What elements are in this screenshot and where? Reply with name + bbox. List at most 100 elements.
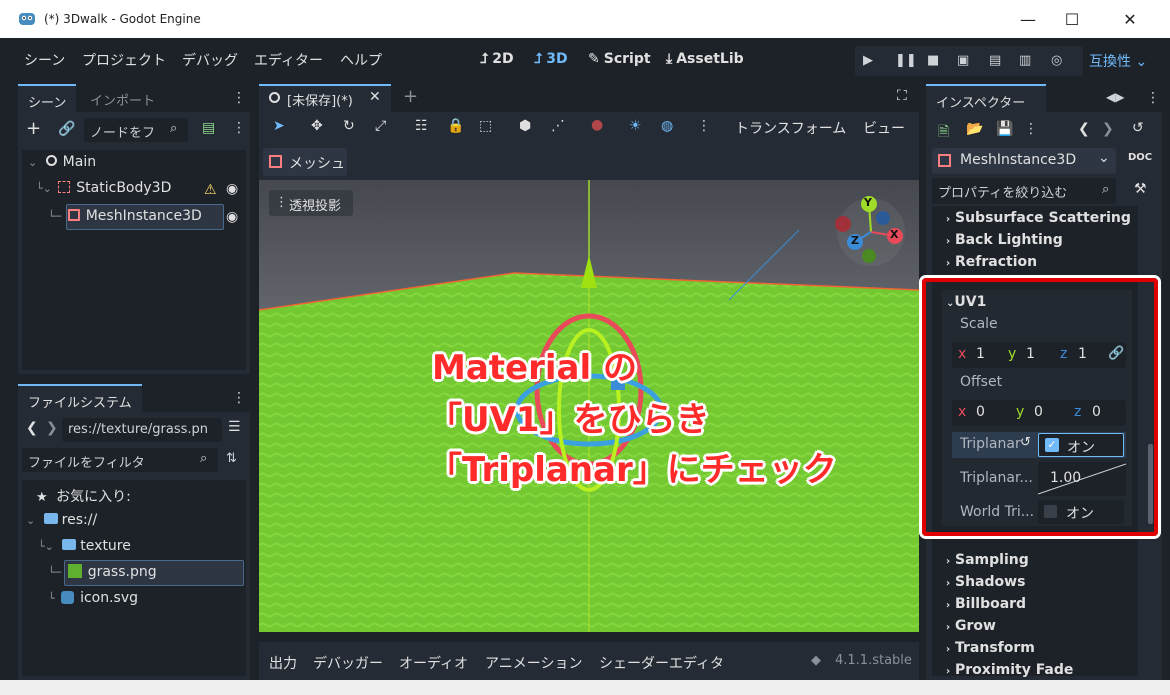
group-icon[interactable]: ⬚ bbox=[479, 118, 492, 134]
environment-preview-icon[interactable]: ◍ bbox=[661, 118, 673, 134]
instance-scene-icon[interactable]: ▤ bbox=[202, 120, 215, 136]
section-subsurface-scattering[interactable]: › Subsurface Scattering bbox=[946, 210, 1131, 226]
tree-branch-line: └⌄ bbox=[36, 182, 52, 195]
new-resource-icon[interactable]: 🗎 bbox=[938, 121, 949, 145]
scene-tree: ⌄ Main └⌄ StaticBody3D ⚠ ◉ └─ MeshInstan… bbox=[22, 150, 246, 370]
perspective-menu[interactable]: ⋮ 透視投影 bbox=[269, 190, 353, 216]
local-space-icon[interactable]: ⬢ bbox=[519, 118, 531, 134]
forward-arrow-icon[interactable]: ❯ bbox=[46, 420, 58, 436]
tree-node-staticbody3d[interactable]: └⌄ StaticBody3D bbox=[36, 180, 171, 196]
history-forward-icon[interactable]: ❯ bbox=[1102, 121, 1114, 137]
transform-menu[interactable]: トランスフォーム bbox=[735, 118, 846, 138]
pause-icon[interactable]: ❚❚ bbox=[895, 53, 917, 68]
menu-debug[interactable]: デバッグ bbox=[182, 50, 238, 70]
doc-button[interactable]: DOC bbox=[1128, 152, 1152, 163]
folder-res[interactable]: ⌄ res:// bbox=[26, 512, 97, 528]
warning-icon[interactable]: ⚠ bbox=[204, 182, 217, 198]
menu-help[interactable]: ヘルプ bbox=[340, 50, 382, 70]
scene-tab[interactable]: [未保存](*) ✕ bbox=[259, 84, 391, 112]
property-settings-icon[interactable]: ⚒ bbox=[1134, 181, 1147, 197]
select-tool-icon[interactable]: ➤ bbox=[273, 118, 285, 134]
move-tool-icon[interactable]: ✥ bbox=[311, 118, 323, 134]
open-folder-icon[interactable]: 📂 bbox=[966, 121, 983, 137]
tab-shader-editor[interactable]: シェーダーエディタ bbox=[599, 653, 724, 673]
snap-icon[interactable]: ⋰ bbox=[551, 118, 565, 134]
lock-icon[interactable]: 🔒 bbox=[447, 118, 464, 134]
viewport-toolbar: ➤ ✥ ↻ ⤢ ☷ 🔒 ⬚ ⬢ ⋰ ● ☀ ◍ ⋮ トランスフォーム ビュー bbox=[259, 112, 919, 144]
visibility-eye-icon[interactable]: ◉ bbox=[226, 209, 238, 225]
save-icon[interactable]: 💾 bbox=[996, 121, 1013, 137]
tab-audio[interactable]: オーディオ bbox=[399, 653, 468, 673]
play-scene-icon[interactable]: ▤ bbox=[989, 53, 1001, 68]
dock-menu-icon[interactable]: ⋮ bbox=[1146, 90, 1160, 106]
tab-debugger[interactable]: デバッガー bbox=[313, 653, 383, 673]
close-tab-icon[interactable]: ✕ bbox=[369, 89, 381, 105]
section-back-lighting[interactable]: › Back Lighting bbox=[946, 232, 1063, 248]
tab-scene[interactable]: シーン bbox=[18, 84, 77, 112]
list-select-icon[interactable]: ☷ bbox=[415, 118, 428, 134]
tab-filesystem[interactable]: ファイルシステム bbox=[18, 384, 142, 412]
file-grass-png[interactable]: └─ grass.png bbox=[48, 564, 157, 580]
meshinstance3d-icon bbox=[67, 209, 80, 221]
menu-scene[interactable]: シーン bbox=[24, 50, 65, 70]
dock-menu-icon[interactable]: ⋮ bbox=[232, 90, 246, 106]
play-icon[interactable]: ▶ bbox=[863, 53, 873, 68]
scene-tree-menu-icon[interactable]: ⋮ bbox=[232, 120, 246, 136]
folder-texture[interactable]: └⌄ texture bbox=[38, 538, 131, 554]
inspector-menu-icon[interactable]: ⋮ bbox=[1024, 121, 1038, 137]
sort-icon[interactable]: ⇅ bbox=[226, 451, 237, 466]
tab-animation[interactable]: アニメーション bbox=[485, 653, 582, 673]
history-back-icon[interactable]: ❮ bbox=[1078, 121, 1090, 137]
rotate-tool-icon[interactable]: ↻ bbox=[343, 118, 355, 134]
view-menu[interactable]: ビュー bbox=[863, 118, 905, 138]
file-icon-svg[interactable]: └ icon.svg bbox=[48, 590, 138, 606]
tab-import[interactable]: インポート bbox=[80, 84, 165, 112]
renderer-select[interactable]: 互換性 ⌄ bbox=[1089, 51, 1147, 71]
section-grow[interactable]: › Grow bbox=[946, 618, 996, 634]
remote-debug-icon[interactable]: ▣ bbox=[957, 53, 969, 68]
tree-node-meshinstance3d[interactable]: └─ MeshInstance3D bbox=[48, 208, 202, 224]
dock-move-left-icon[interactable]: ◀▶ bbox=[1106, 90, 1124, 104]
link-icon[interactable]: 🔗 bbox=[58, 121, 75, 137]
folder-icon bbox=[62, 539, 77, 550]
section-refraction[interactable]: › Refraction bbox=[946, 254, 1037, 270]
visibility-eye-icon[interactable]: ◉ bbox=[226, 181, 238, 197]
dock-menu-icon[interactable]: ⋮ bbox=[232, 390, 246, 406]
add-tab-icon[interactable]: + bbox=[403, 86, 418, 107]
movie-maker-icon[interactable]: ◎ bbox=[1051, 53, 1062, 68]
close-window-button[interactable]: ✕ bbox=[1102, 0, 1158, 38]
file-filter-input[interactable]: ファイルをフィルタ bbox=[22, 448, 218, 472]
node-selector[interactable]: MeshInstance3D ⌄ bbox=[932, 148, 1116, 174]
distraction-free-icon[interactable]: ⛶ bbox=[897, 88, 907, 104]
section-billboard[interactable]: › Billboard bbox=[946, 596, 1026, 612]
path-input[interactable]: res://texture/grass.pn bbox=[62, 418, 222, 442]
toolbar-menu-icon[interactable]: ⋮ bbox=[697, 118, 711, 134]
menu-project[interactable]: プロジェクト bbox=[82, 50, 166, 70]
back-arrow-icon[interactable]: ❮ bbox=[26, 420, 38, 436]
section-shadows[interactable]: › Shadows bbox=[946, 574, 1025, 590]
workspace-3d-button[interactable]: ⮥ 3D bbox=[534, 51, 568, 67]
play-custom-scene-icon[interactable]: ▥ bbox=[1019, 53, 1031, 68]
section-sampling[interactable]: › Sampling bbox=[946, 552, 1029, 568]
gizmo-y-label: Y bbox=[864, 196, 872, 209]
section-proximity-fade[interactable]: › Proximity Fade bbox=[946, 662, 1073, 678]
section-transform[interactable]: › Transform bbox=[946, 640, 1035, 656]
menu-editor[interactable]: エディター bbox=[254, 50, 323, 70]
tab-output[interactable]: 出力 bbox=[269, 653, 297, 673]
workspace-2d-button[interactable]: ⮥ 2D bbox=[480, 51, 514, 67]
preview-camera-icon[interactable]: ● bbox=[591, 117, 603, 133]
scale-tool-icon[interactable]: ⤢ bbox=[375, 118, 386, 134]
maximize-button[interactable]: ☐ bbox=[1044, 0, 1100, 38]
sun-preview-icon[interactable]: ☀ bbox=[629, 118, 642, 134]
tab-inspector[interactable]: インスペクター bbox=[926, 84, 1046, 112]
workspace-script-button[interactable]: ✎ Script bbox=[588, 51, 651, 67]
stop-icon[interactable]: ■ bbox=[927, 53, 939, 68]
history-icon[interactable]: ↺ bbox=[1132, 120, 1144, 136]
add-node-icon[interactable]: + bbox=[26, 118, 41, 139]
property-filter-input[interactable]: プロパティを絞り込む bbox=[932, 178, 1116, 204]
mesh-menu[interactable]: メッシュ bbox=[263, 148, 347, 176]
workspace-assetlib-button[interactable]: ⤓ AssetLib bbox=[666, 51, 744, 67]
favorites-item[interactable]: ★ お気に入り: bbox=[36, 486, 131, 506]
split-view-icon[interactable]: ☰ bbox=[228, 419, 241, 435]
tree-node-main[interactable]: ⌄ Main bbox=[28, 154, 96, 170]
